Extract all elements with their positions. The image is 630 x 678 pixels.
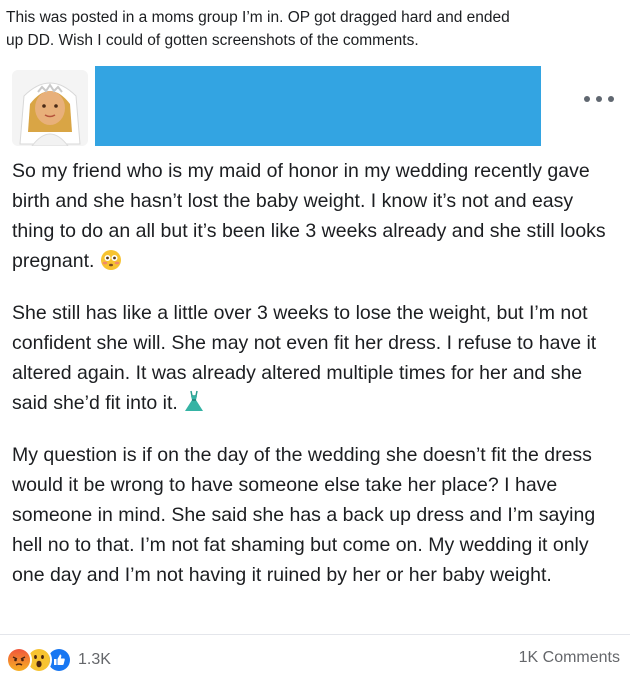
bride-emoji-avatar[interactable]	[12, 70, 88, 146]
post-paragraph-1: So my friend who is my maid of honor in …	[12, 156, 620, 280]
dress-emoji	[183, 389, 205, 422]
paragraph-3-text: My question is if on the day of the wedd…	[12, 444, 596, 586]
reaction-count[interactable]: 1.3K	[78, 651, 111, 669]
angry-reaction-icon	[6, 647, 32, 673]
flushed-face-emoji	[100, 249, 122, 280]
post-paragraph-3: My question is if on the day of the wedd…	[12, 440, 620, 590]
redacted-author-name	[95, 66, 541, 146]
paragraph-2-text: She still has like a little over 3 weeks…	[12, 302, 597, 414]
post-caption: This was posted in a moms group I’m in. …	[6, 6, 606, 52]
caption-line-2: up DD. Wish I could of gotten screenshot…	[6, 32, 419, 49]
comments-count-link[interactable]: 1K Comments	[519, 649, 620, 667]
caption-line-1: This was posted in a moms group I’m in. …	[6, 9, 510, 26]
reactions-summary[interactable]: 1.3K	[6, 647, 111, 673]
post-footer: 1.3K 1K Comments	[0, 634, 630, 678]
post-body: So my friend who is my maid of honor in …	[12, 156, 620, 590]
post-paragraph-2: She still has like a little over 3 weeks…	[12, 298, 620, 422]
more-options-icon[interactable]	[584, 92, 614, 106]
screenshot-post: So my friend who is my maid of honor in …	[0, 66, 630, 677]
